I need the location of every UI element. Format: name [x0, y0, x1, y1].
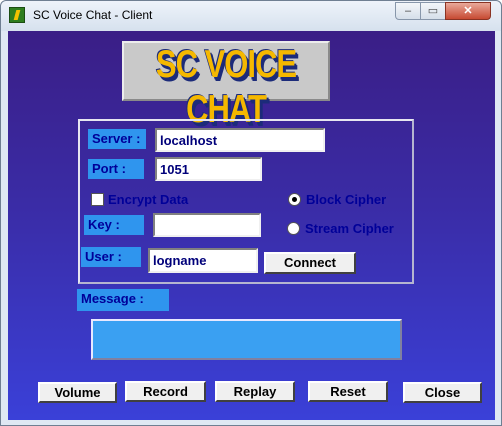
client-window: SC Voice Chat - Client – ▭ ✕ SC VOICE CH…	[0, 0, 502, 426]
encrypt-checkbox-box[interactable]	[91, 193, 104, 206]
key-label: Key :	[84, 215, 144, 235]
minimize-button[interactable]: –	[395, 2, 421, 20]
title-bar[interactable]: SC Voice Chat - Client – ▭ ✕	[1, 1, 501, 31]
reset-button[interactable]: Reset	[308, 381, 388, 402]
connect-button[interactable]: Connect	[264, 252, 356, 274]
port-label: Port :	[88, 159, 144, 179]
close-window-button[interactable]: ✕	[445, 2, 491, 20]
stream-cipher-radio-dot[interactable]	[287, 222, 300, 235]
logo-banner: SC VOICE CHAT	[122, 41, 330, 131]
stream-cipher-label: Stream Cipher	[305, 221, 394, 236]
window-title: SC Voice Chat - Client	[33, 8, 153, 22]
user-label: User :	[81, 247, 141, 267]
block-cipher-radio-dot[interactable]	[288, 193, 301, 206]
user-input[interactable]	[148, 248, 258, 273]
server-input[interactable]	[155, 128, 325, 152]
port-input[interactable]	[155, 157, 262, 181]
encrypt-data-label: Encrypt Data	[108, 192, 189, 207]
app-icon[interactable]	[9, 7, 25, 23]
replay-button[interactable]: Replay	[215, 381, 295, 402]
block-cipher-label: Block Cipher	[306, 192, 387, 207]
server-label: Server :	[88, 129, 146, 149]
maximize-button[interactable]: ▭	[420, 2, 446, 20]
key-input[interactable]	[153, 213, 261, 237]
message-display[interactable]	[91, 319, 402, 360]
record-button[interactable]: Record	[125, 381, 206, 402]
message-label: Message :	[77, 289, 169, 311]
close-button[interactable]: Close	[403, 382, 482, 403]
client-area: SC VOICE CHAT Server : Port : Encrypt Da…	[8, 31, 495, 420]
volume-button[interactable]: Volume	[38, 382, 117, 403]
